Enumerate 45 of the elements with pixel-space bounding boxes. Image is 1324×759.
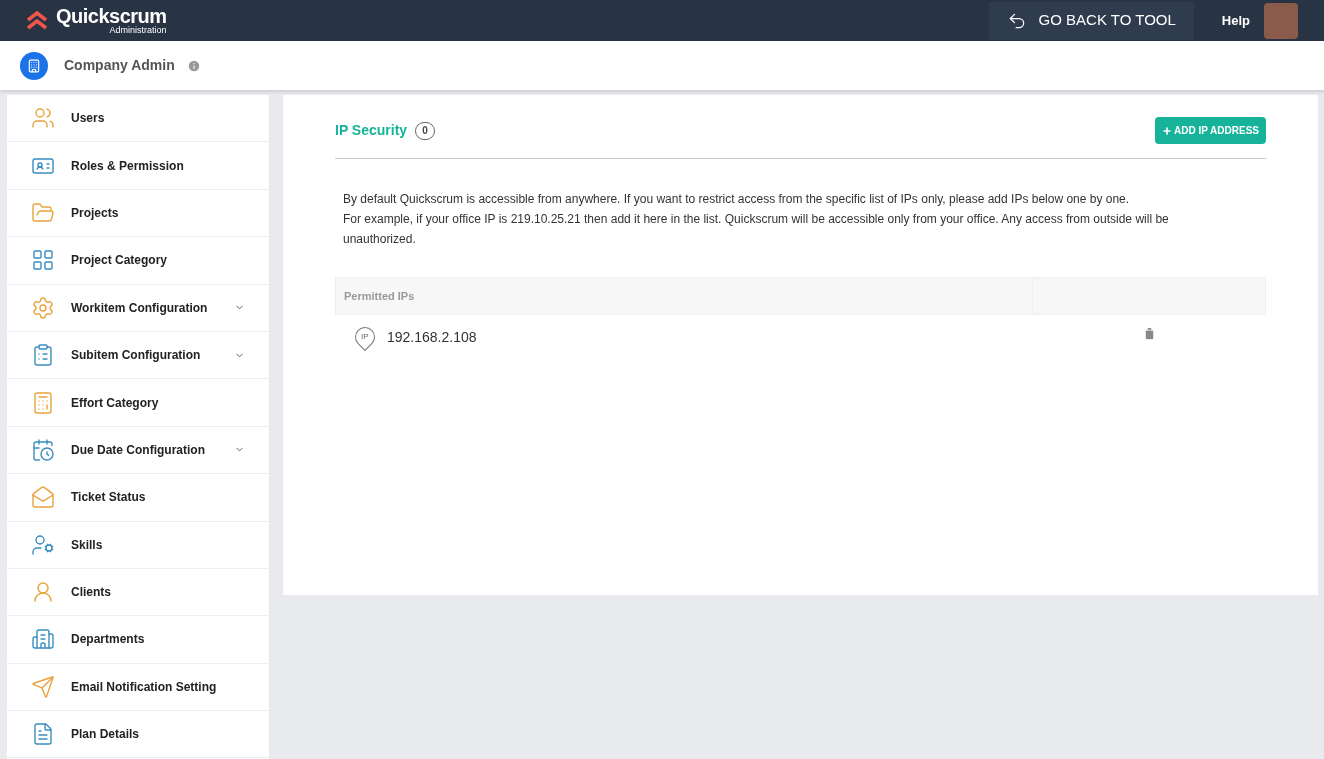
sidebar-item[interactable]: Skills <box>7 521 269 569</box>
envelope-icon <box>31 485 55 510</box>
send-icon <box>31 674 55 699</box>
sidebar-item[interactable]: Effort Category <box>7 379 269 427</box>
table-cell-text: 192.168.2.108 <box>387 327 477 347</box>
folder-icon <box>31 200 55 225</box>
description-text: By default Quickscrum is accessible from anywhere. If you want to restrict access from the specific list of IPs only, please add IPs below one by one. <box>343 191 1131 208</box>
person-icon <box>31 580 55 605</box>
user-gear-icon <box>31 532 55 557</box>
grid-icon <box>31 248 55 273</box>
company-icon <box>20 51 48 80</box>
sidebar-item[interactable]: Email Notification Setting <box>7 663 269 712</box>
sidebar-item[interactable]: Project Category <box>7 237 269 285</box>
users-icon <box>31 106 55 131</box>
back-to-tool-button[interactable]: GO BACK TO TOOL <box>988 1 1194 40</box>
sidebar-item[interactable]: Ticket Status <box>7 474 269 522</box>
sidebar-item[interactable]: Due Date Configuration <box>7 426 269 475</box>
description-text: For example, if your office IP is 219.10.25.21 then add it here in the list. Quickscrum will be accessible only from your office. Any access from outside will be unauthorized. <box>343 211 1170 248</box>
document-icon <box>31 722 55 747</box>
column-header: Permitted IPs <box>336 278 1033 314</box>
page-title: IP Security <box>335 121 408 140</box>
logo-text: Quickscrum <box>56 6 167 26</box>
sidebar-item[interactable]: Subitem Configuration <box>7 331 269 380</box>
calendar-icon <box>31 437 55 462</box>
gear-icon <box>31 295 55 320</box>
pin-label: IP <box>361 331 369 343</box>
delete-button[interactable] <box>1142 325 1157 341</box>
logo-icon <box>26 10 48 31</box>
sidebar-item[interactable]: Roles & Permission <box>7 142 269 190</box>
avatar[interactable] <box>1264 2 1298 39</box>
clipboard-icon <box>31 343 55 368</box>
company-name: Company Admin <box>64 56 175 75</box>
sidebar-item[interactable]: Clients <box>7 568 269 617</box>
calculator-icon <box>31 390 55 415</box>
trash-icon <box>1142 325 1157 341</box>
plus-icon <box>1162 125 1172 136</box>
building-icon <box>31 627 55 652</box>
sidebar-item[interactable]: Users <box>7 95 269 143</box>
help-link[interactable]: Help <box>1221 10 1250 31</box>
logo-subtitle: Administration <box>109 26 167 35</box>
info-icon[interactable] <box>186 58 201 73</box>
sidebar-item[interactable]: Projects <box>7 189 269 238</box>
sidebar-item[interactable]: Departments <box>7 616 269 664</box>
sidebar-item[interactable]: Plan Details <box>7 711 269 759</box>
sidebar-item[interactable]: Workitem Configuration <box>7 284 269 332</box>
